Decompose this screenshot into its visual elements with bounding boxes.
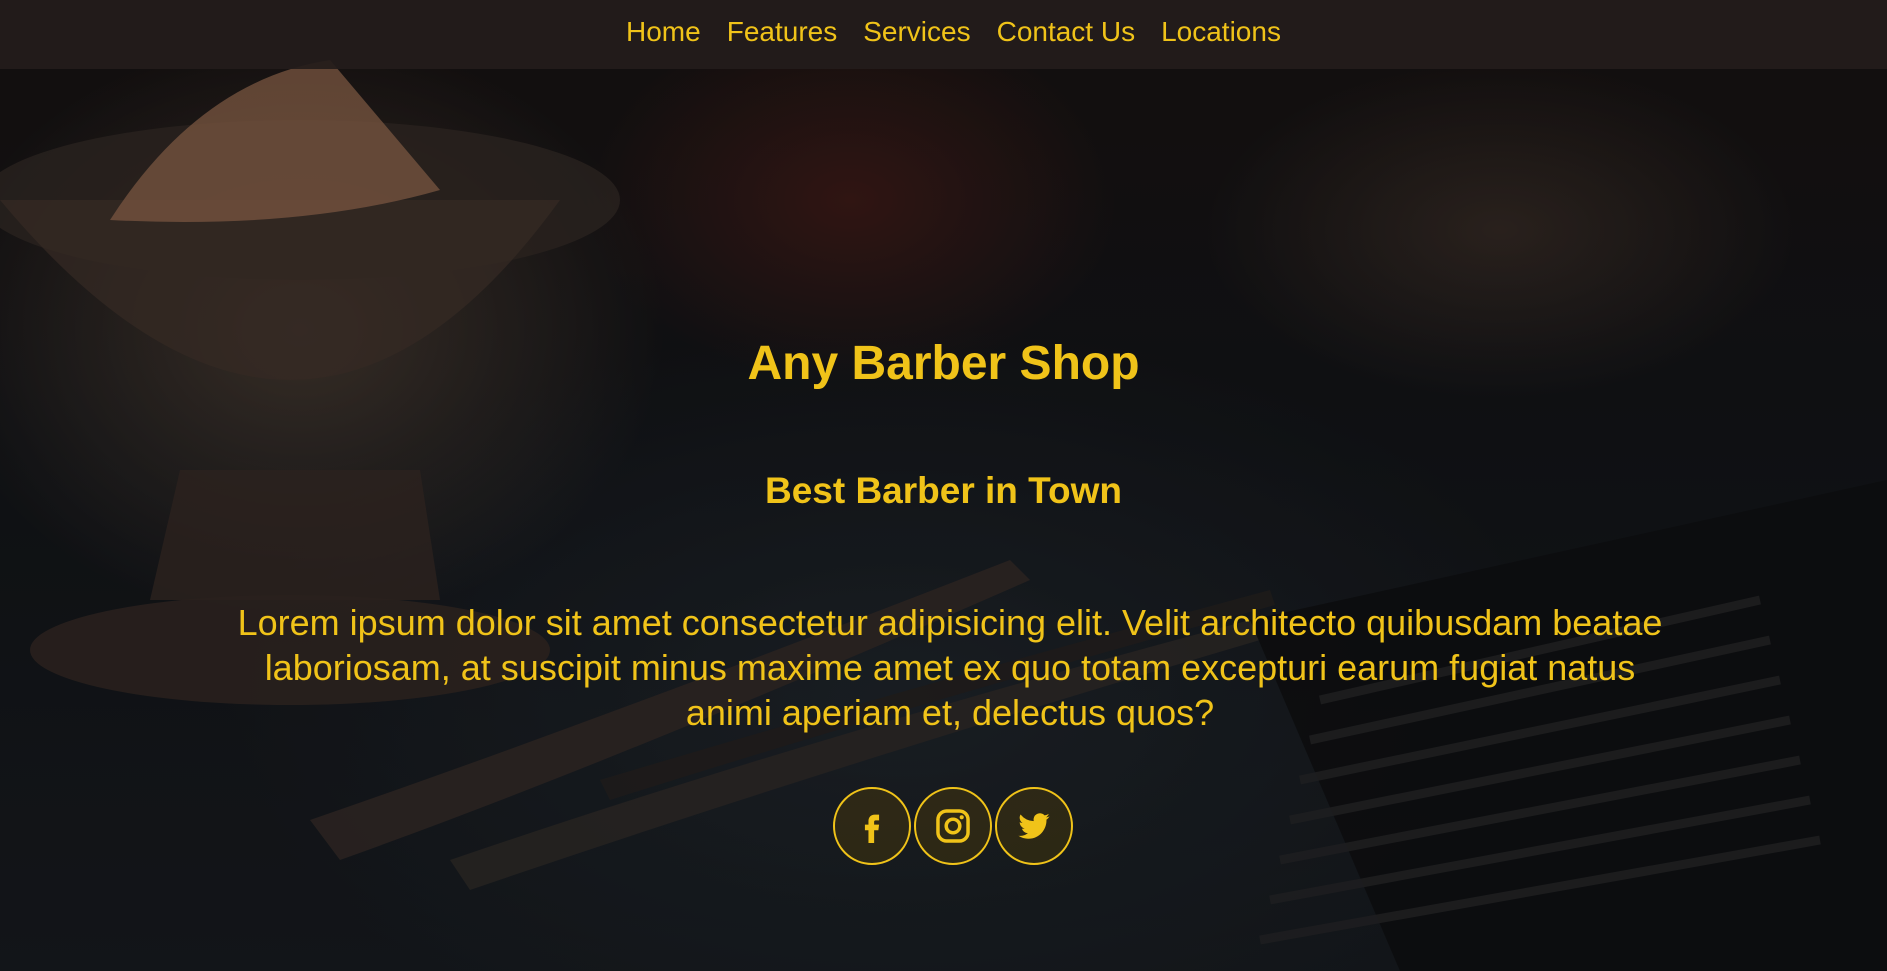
nav-link-features[interactable]: Features	[727, 16, 838, 48]
facebook-button[interactable]	[833, 787, 911, 865]
instagram-button[interactable]	[914, 787, 992, 865]
nav-link-locations[interactable]: Locations	[1161, 16, 1281, 48]
hero-section: Home Features Services Contact Us Locati…	[0, 0, 1887, 971]
nav-link-home[interactable]: Home	[626, 16, 701, 48]
page-subtitle: Best Barber in Town	[764, 470, 1123, 511]
nav-link-contact-us[interactable]: Contact Us	[997, 16, 1136, 48]
facebook-icon	[864, 814, 880, 843]
hero-description: Lorem ipsum dolor sit amet consectetur a…	[237, 602, 1663, 733]
twitter-icon	[1018, 813, 1050, 839]
nav-link-services[interactable]: Services	[863, 16, 970, 48]
instagram-icon	[936, 809, 970, 843]
twitter-button[interactable]	[995, 787, 1073, 865]
page-title: Any Barber Shop	[747, 337, 1140, 390]
navbar: Home Features Services Contact Us Locati…	[0, 0, 1887, 69]
social-links	[833, 787, 1076, 865]
